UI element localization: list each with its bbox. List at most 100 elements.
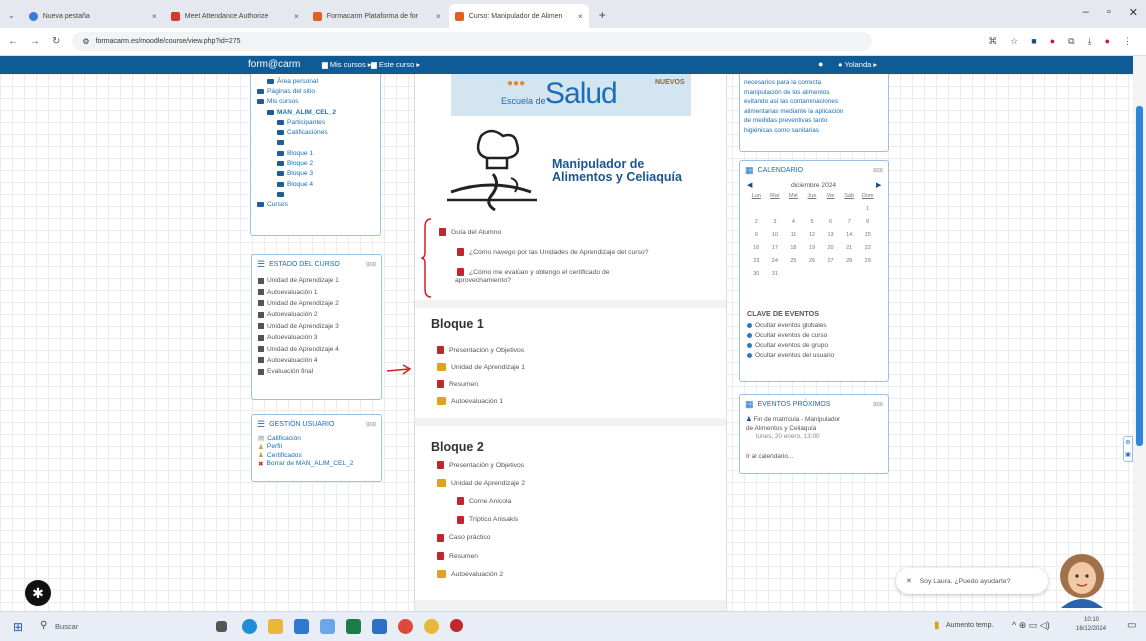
activity-link[interactable]: Unidad de Aprendizaje 1 [437, 363, 525, 371]
app-icon[interactable] [450, 619, 463, 632]
bookmark-star-icon[interactable]: ☆ [1010, 36, 1018, 47]
tab-formacarm[interactable]: Formacarm Plataforma de for × [307, 4, 447, 28]
list-item[interactable]: ▤ Calificación [258, 434, 375, 443]
activity-link[interactable]: Tríptico Anisakis [457, 515, 518, 524]
side-tool-icon[interactable]: ⚙ [1124, 437, 1132, 449]
close-window-icon[interactable]: ✕ [1129, 6, 1138, 19]
assistant-avatar[interactable] [1057, 550, 1107, 610]
block-controls-icon[interactable]: ⊞⊞ [366, 261, 376, 268]
my-courses-menu[interactable]: ▆ Mis cursos ▸ [322, 60, 372, 69]
chrome-icon[interactable] [398, 619, 413, 634]
calendar-day[interactable]: 9 [747, 232, 766, 240]
event-filter[interactable]: Ocultar eventos globales [747, 322, 827, 329]
notifications-icon[interactable]: ▭ [1127, 620, 1136, 631]
calendar-day[interactable]: 7 [840, 219, 859, 227]
nav-item[interactable]: Mis cursos [257, 97, 374, 107]
status-item[interactable]: Autoevaluación 1 [258, 286, 375, 297]
status-item[interactable]: Autoevaluación 2 [258, 309, 375, 320]
url-input[interactable]: ⚙ formacarm.es/moodle/course/view.php?id… [72, 32, 873, 51]
windows-start-icon[interactable]: ⊞ [13, 620, 23, 634]
status-item[interactable]: Autoevaluación 4 [258, 355, 375, 366]
activity-link[interactable]: Resumen [437, 552, 478, 560]
forward-icon[interactable]: → [30, 36, 40, 47]
nav-item[interactable]: Páginas del sitio [257, 86, 374, 96]
calendar-day[interactable] [858, 271, 877, 279]
go-to-calendar-link[interactable]: Ir al calendario... [746, 453, 793, 460]
calendar-day[interactable]: 3 [766, 219, 785, 227]
nav-item[interactable]: Área personal [257, 76, 374, 86]
calendar-day[interactable]: 30 [747, 271, 766, 279]
activity-link[interactable]: Unidad de Aprendizaje 2 [437, 479, 525, 488]
calendar-day[interactable]: 1 [858, 206, 877, 214]
nav-item[interactable]: Bloque 4 [257, 179, 374, 189]
calendar-day[interactable]: 28 [840, 258, 859, 266]
list-item[interactable]: ✖ Borrar de MAN_ALIM_CEL_2 [258, 460, 375, 469]
calendar-day[interactable]: 20 [821, 245, 840, 253]
close-tab-icon[interactable]: × [436, 12, 441, 21]
tab-meet[interactable]: Meet Attendance Authorize × [165, 4, 305, 28]
maximize-icon[interactable]: ▫ [1107, 6, 1111, 19]
search-icon[interactable]: ⚲ [40, 620, 47, 631]
extension-icon[interactable]: ■ [1031, 36, 1036, 47]
event-entry[interactable]: ♟ Fin de matrícula - Manipulador de Alim… [746, 416, 840, 442]
scrollbar-thumb[interactable] [1136, 106, 1143, 446]
calendar-day[interactable] [821, 206, 840, 214]
guide-question-2[interactable]: ¿Cómo me evalúan y obtengo el certificad… [457, 268, 610, 276]
close-tab-icon[interactable]: × [578, 12, 583, 21]
calendar-day[interactable]: 13 [821, 232, 840, 240]
download-icon[interactable]: ⤓ [1088, 36, 1092, 47]
calendar-day[interactable]: 12 [803, 232, 822, 240]
menu-icon[interactable]: ⋮ [1123, 36, 1132, 47]
guide-link[interactable]: Guía del Alumno [439, 228, 501, 236]
accessibility-button[interactable]: ✱ [25, 580, 51, 606]
calendar-day[interactable] [784, 271, 803, 279]
calendar-day[interactable]: 17 [766, 245, 785, 253]
nav-item[interactable]: Calificaciones [257, 127, 374, 137]
user-menu[interactable]: ● Yolanda ▸ [838, 60, 877, 69]
chrome-icon[interactable] [424, 619, 439, 634]
calendar-day[interactable]: 10 [766, 232, 785, 240]
activity-link[interactable]: Autoevaluación 1 [437, 397, 503, 405]
calendar-day[interactable]: 11 [784, 232, 803, 240]
calendar-day[interactable]: 6 [821, 219, 840, 227]
event-filter[interactable]: Ocultar eventos de grupo [747, 342, 828, 349]
side-tool-icon[interactable]: ▣ [1124, 449, 1132, 461]
calendar-day[interactable]: 27 [821, 258, 840, 266]
list-item[interactable]: ♟ Perfil [258, 443, 375, 452]
scrollbar[interactable] [1133, 56, 1146, 611]
edge-icon[interactable] [242, 619, 257, 634]
calendar-day[interactable]: 16 [747, 245, 766, 253]
next-month-icon[interactable]: ▶ [876, 181, 881, 189]
close-tab-icon[interactable]: × [152, 12, 157, 21]
chat-bubble[interactable]: ✕ Soy Laura. ¿Puedo ayudarte? [896, 568, 1048, 594]
calendar-day[interactable]: 4 [784, 219, 803, 227]
activity-link[interactable]: Presentación y Objetivos [437, 346, 524, 354]
extensions-puzzle-icon[interactable]: ⧉ [1068, 36, 1074, 47]
tab-new[interactable]: Nueva pestaña × [23, 4, 163, 28]
calendar-day[interactable]: 14 [840, 232, 859, 240]
calendar-day[interactable] [747, 206, 766, 214]
translate-icon[interactable]: ⌘ [988, 36, 997, 47]
site-brand[interactable]: form@carm [248, 59, 300, 70]
status-item[interactable]: Unidad de Aprendizaje 3 [258, 321, 375, 332]
calendar-day[interactable] [803, 271, 822, 279]
calendar-day[interactable] [840, 206, 859, 214]
back-icon[interactable]: ← [8, 36, 18, 47]
activity-link[interactable]: Resumen [437, 380, 478, 388]
tab-list-icon[interactable]: ⌄ [8, 11, 15, 20]
file-explorer-icon[interactable] [268, 619, 283, 634]
list-item[interactable]: ♟ Certificados [258, 451, 375, 460]
close-chat-icon[interactable]: ✕ [906, 577, 912, 585]
status-item[interactable]: Unidad de Aprendizaje 1 [258, 275, 375, 286]
calendar-day[interactable] [821, 271, 840, 279]
nav-item[interactable] [257, 138, 374, 148]
calendar-day[interactable]: 25 [784, 258, 803, 266]
profile-icon[interactable]: ● [1105, 36, 1110, 47]
app-icon[interactable] [346, 619, 361, 634]
nav-item[interactable]: MAN_ALIM_CEL_2 [257, 107, 374, 117]
site-info-icon[interactable]: ⚙ [82, 37, 89, 46]
calendar-day[interactable]: 2 [747, 219, 766, 227]
clock-time[interactable]: 10:10 [1084, 617, 1099, 623]
prev-month-icon[interactable]: ◀ [747, 181, 752, 189]
new-tab-icon[interactable]: + [599, 8, 606, 22]
